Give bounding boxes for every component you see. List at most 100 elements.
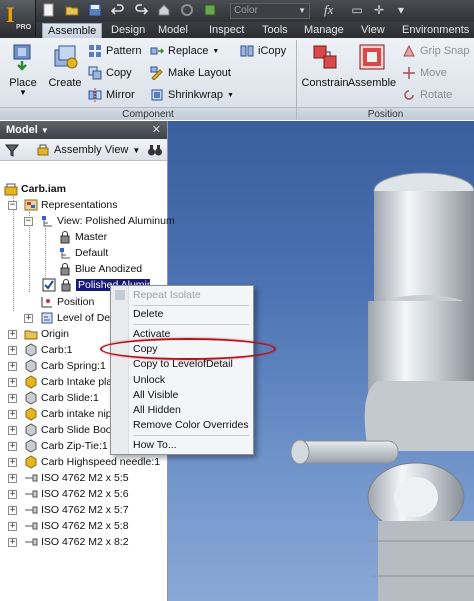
collapse-toggle[interactable]: − <box>24 217 33 226</box>
close-icon[interactable]: ✕ <box>152 121 161 139</box>
expand-toggle[interactable]: + <box>8 522 17 531</box>
tree-root-carb[interactable]: Carb.iam <box>4 181 66 197</box>
assemble-button[interactable]: Assemble <box>346 42 398 89</box>
make-layout-button[interactable]: Make Layout <box>150 64 231 82</box>
rotate-button[interactable]: Rotate <box>402 86 452 104</box>
menu-item-how-to[interactable]: How To... <box>111 438 253 453</box>
tree-item-component[interactable]: Carb Intake plate <box>24 374 121 390</box>
tree-item-component[interactable]: ISO 4762 M2 x 8:2 <box>24 534 129 550</box>
tree-item-component[interactable]: Carb Spring:1 <box>24 358 106 374</box>
tab-model[interactable]: Model <box>153 23 193 38</box>
menu-item-copy-to-lod[interactable]: Copy to LevelofDetail <box>111 357 253 372</box>
expand-toggle[interactable]: + <box>8 442 17 451</box>
menu-item-remove-color-overrides[interactable]: Remove Color Overrides <box>111 418 253 433</box>
menu-item-delete[interactable]: Delete <box>111 307 253 322</box>
tab-view[interactable]: View <box>356 23 390 38</box>
binoculars-icon[interactable] <box>147 142 163 158</box>
tab-assemble[interactable]: Assemble <box>42 23 103 38</box>
undo-icon[interactable] <box>110 3 125 17</box>
color-dropdown[interactable]: Color ▼ <box>230 3 310 19</box>
copy-ribbon-button[interactable]: Copy <box>88 64 132 82</box>
tree-item-master[interactable]: Master <box>58 229 107 245</box>
place-chevron-down-icon: ▼ <box>19 88 27 97</box>
tab-environments[interactable]: Environments <box>397 23 474 38</box>
tree-item-view-rep[interactable]: View: Polished Aluminum <box>40 213 175 229</box>
model-browser-header[interactable]: Model ▼ ✕ <box>0 121 167 139</box>
tree-item-component[interactable]: Carb Slide:1 <box>24 390 99 406</box>
model-browser-title: Model <box>6 124 38 136</box>
place-button[interactable]: Place ▼ <box>6 42 40 97</box>
menu-item-all-visible[interactable]: All Visible <box>111 388 253 403</box>
tree-item-component[interactable]: Carb Slide Boot:1 <box>24 422 123 438</box>
view-rep-icon <box>60 248 70 259</box>
move-view-icon[interactable]: ✛ <box>372 3 386 17</box>
save-icon[interactable] <box>88 3 102 17</box>
menu-item-copy[interactable]: Copy <box>111 342 253 357</box>
measure-icon[interactable]: ▭ <box>350 3 364 17</box>
grip-snap-button[interactable]: Grip Snap <box>402 42 470 60</box>
tree-item-component[interactable]: Carb Highspeed needle:1 <box>24 454 160 470</box>
replace-button[interactable]: Replace ▼ <box>150 42 219 60</box>
expand-toggle[interactable]: + <box>8 410 17 419</box>
tab-tools[interactable]: Tools <box>257 23 293 38</box>
move-button[interactable]: Move <box>402 64 447 82</box>
tree-item-origin[interactable]: Origin <box>24 326 69 342</box>
part-icon <box>25 423 37 437</box>
expand-toggle[interactable]: + <box>8 346 17 355</box>
filter-icon[interactable] <box>5 143 19 157</box>
constrain-button[interactable]: Constrain <box>298 42 352 89</box>
expand-toggle[interactable]: + <box>8 458 17 467</box>
expand-toggle[interactable]: + <box>8 506 17 515</box>
tree-item-component[interactable]: ISO 4762 M2 x 5:6 <box>24 486 129 502</box>
select-icon[interactable] <box>203 3 217 17</box>
expand-toggle[interactable]: + <box>8 330 17 339</box>
place-icon <box>13 44 31 71</box>
expand-toggle[interactable]: + <box>24 314 33 323</box>
expand-toggle[interactable]: + <box>8 490 17 499</box>
tab-design[interactable]: Design <box>106 23 150 38</box>
tree-item-component[interactable]: Carb:1 <box>24 342 73 358</box>
redo-icon[interactable] <box>134 3 149 17</box>
mirror-button[interactable]: Mirror <box>88 86 135 104</box>
tree-item-component[interactable]: Carb Zip-Tie:1 <box>24 438 108 454</box>
component-panel-label: Component <box>0 107 296 120</box>
shrinkwrap-button[interactable]: Shrinkwrap ▼ <box>150 86 234 104</box>
tree-item-position[interactable]: Position <box>40 294 94 310</box>
customize-dropdown-icon[interactable]: ▾ <box>394 3 408 17</box>
position-icon <box>41 297 52 308</box>
pattern-button[interactable]: Pattern <box>88 42 141 60</box>
tree-item-component[interactable]: ISO 4762 M2 x 5:8 <box>24 518 129 534</box>
open-folder-icon[interactable] <box>65 3 79 17</box>
expand-toggle[interactable]: + <box>8 378 17 387</box>
tree-item-label: Carb Zip-Tie:1 <box>41 440 108 452</box>
tree-item-component[interactable]: ISO 4762 M2 x 5:7 <box>24 502 129 518</box>
menu-item-activate[interactable]: Activate <box>111 327 253 342</box>
part-icon <box>25 439 37 453</box>
tree-item-level-of-detail[interactable]: Level of Detail <box>40 310 112 326</box>
collapse-toggle[interactable]: − <box>8 201 17 210</box>
expand-toggle[interactable]: + <box>8 474 17 483</box>
expand-toggle[interactable]: + <box>8 394 17 403</box>
create-button[interactable]: Create <box>46 42 84 89</box>
tree-item-default[interactable]: Default <box>58 245 108 261</box>
menu-item-repeat-isolate[interactable]: Repeat Isolate <box>111 288 253 303</box>
assembly-view-dropdown[interactable]: Assembly View ▼ <box>36 143 140 157</box>
lock-icon <box>60 263 70 276</box>
expand-toggle[interactable]: + <box>8 538 17 547</box>
fx-parameters-icon[interactable]: fx <box>324 2 333 18</box>
menu-item-all-hidden[interactable]: All Hidden <box>111 403 253 418</box>
tree-item-representations[interactable]: Representations <box>24 197 117 213</box>
expand-toggle[interactable]: + <box>8 426 17 435</box>
tab-inspect[interactable]: Inspect <box>204 23 249 38</box>
new-file-icon[interactable] <box>42 3 56 17</box>
quick-access-toolbar: Color ▼ fx ▭ ✛ ▾ <box>0 0 474 22</box>
update-icon[interactable] <box>180 3 194 17</box>
icopy-button[interactable]: iCopy <box>240 42 286 60</box>
tree-item-blue-anodized[interactable]: Blue Anodized <box>58 261 142 277</box>
tree-item-component[interactable]: ISO 4762 M2 x 5:5 <box>24 470 129 486</box>
application-menu-button[interactable]: I PRO <box>0 0 36 36</box>
home-icon[interactable] <box>157 3 171 17</box>
tab-manage[interactable]: Manage <box>299 23 349 38</box>
expand-toggle[interactable]: + <box>8 362 17 371</box>
menu-item-unlock[interactable]: Unlock <box>111 373 253 388</box>
